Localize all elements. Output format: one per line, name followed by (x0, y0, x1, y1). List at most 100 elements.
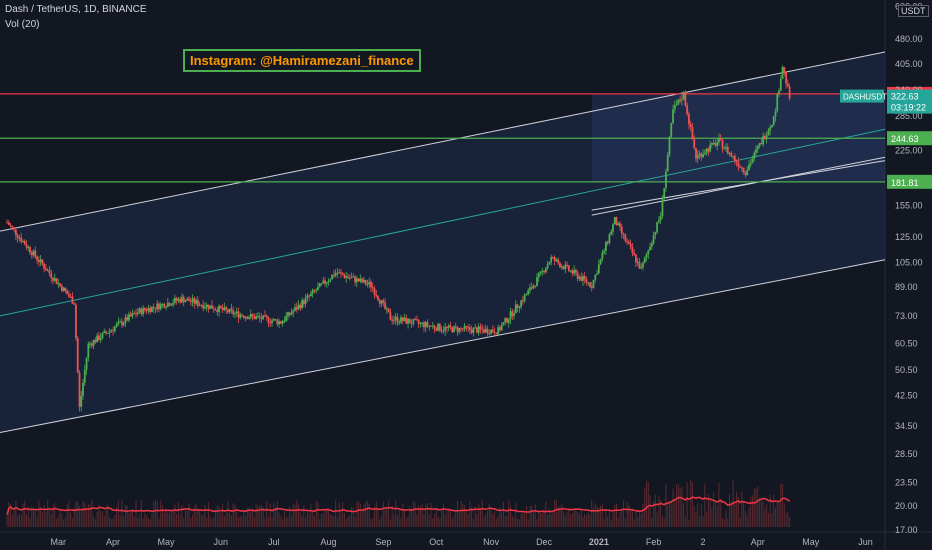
candle (75, 304, 77, 339)
candle (304, 297, 307, 305)
candle (52, 277, 54, 281)
candle (362, 279, 365, 283)
candle (347, 276, 349, 278)
symbol-tag-label: DASHUSDT (843, 93, 887, 102)
candle (191, 298, 194, 302)
price-axis-unit[interactable]: USDT (898, 5, 929, 17)
candle (279, 321, 282, 324)
y-tick-label: 405.00 (895, 59, 923, 69)
candle (666, 154, 669, 172)
candle (606, 241, 609, 243)
candle (50, 273, 53, 278)
candle (599, 259, 602, 265)
candle (414, 319, 417, 321)
candle (211, 305, 213, 309)
candle (483, 329, 485, 333)
candle (163, 303, 166, 308)
candle (149, 308, 152, 312)
candle (218, 305, 220, 313)
candle (725, 146, 727, 149)
candle (569, 270, 572, 272)
candle (212, 308, 215, 310)
candle (87, 343, 90, 358)
candle (281, 321, 284, 324)
candle (578, 276, 581, 279)
candle (377, 296, 379, 301)
candle (251, 314, 254, 316)
candle (670, 122, 673, 137)
candle (555, 259, 558, 262)
candle (401, 317, 404, 321)
candle (285, 316, 288, 321)
candle (769, 127, 772, 131)
candle (105, 331, 107, 334)
candle (350, 277, 353, 279)
candle (624, 234, 627, 241)
candle (248, 317, 250, 320)
candle (204, 307, 206, 309)
candle (474, 327, 477, 329)
candle (37, 260, 40, 263)
candle (751, 158, 754, 163)
candle (627, 241, 630, 244)
candle (239, 314, 242, 318)
candle (610, 231, 613, 235)
candle (539, 271, 542, 274)
candle (447, 325, 450, 328)
candle (182, 296, 185, 303)
candle (110, 330, 113, 332)
candle (14, 229, 17, 236)
candle (80, 395, 83, 407)
candle (332, 274, 335, 276)
candle (214, 309, 217, 311)
candle (506, 318, 508, 323)
candle (207, 304, 210, 309)
candle (115, 324, 118, 327)
candle (76, 338, 79, 373)
candle (340, 272, 342, 274)
candle (186, 298, 189, 301)
candle (329, 279, 332, 281)
candle (66, 291, 69, 295)
candle (716, 142, 719, 146)
candle (9, 224, 12, 226)
candle (55, 278, 58, 284)
price-chart[interactable]: 330.81244.63181.81600.00480.00405.00340.… (0, 0, 932, 550)
candle (709, 144, 712, 152)
candle (403, 317, 406, 321)
candle (101, 332, 104, 338)
candle (691, 127, 694, 140)
candle (733, 156, 736, 161)
candle (209, 305, 212, 309)
candle (514, 304, 517, 314)
candle (112, 330, 114, 332)
candle (152, 306, 155, 308)
candle (147, 308, 150, 312)
candle (629, 243, 632, 247)
volume-indicator-title: Vol (20) (5, 19, 40, 30)
candle (467, 327, 470, 329)
candle (431, 325, 434, 327)
candle (714, 142, 717, 146)
x-tick-label: 2021 (589, 537, 609, 547)
candle (131, 313, 134, 317)
x-tick-label: May (158, 537, 176, 547)
candle (688, 114, 690, 125)
candle (463, 325, 466, 330)
candle (536, 277, 538, 287)
candle (430, 325, 432, 327)
candle (375, 294, 378, 297)
candle (276, 319, 279, 325)
candle (636, 261, 639, 263)
y-tick-label: 50.50 (895, 365, 918, 375)
candle (771, 125, 773, 128)
y-tick-label: 105.00 (895, 258, 923, 268)
candle (391, 319, 394, 321)
candle (758, 143, 761, 147)
candle (161, 303, 164, 305)
candle (195, 300, 197, 304)
candle (202, 305, 205, 309)
candle (34, 250, 37, 257)
candle (352, 276, 355, 278)
candle (652, 234, 655, 244)
